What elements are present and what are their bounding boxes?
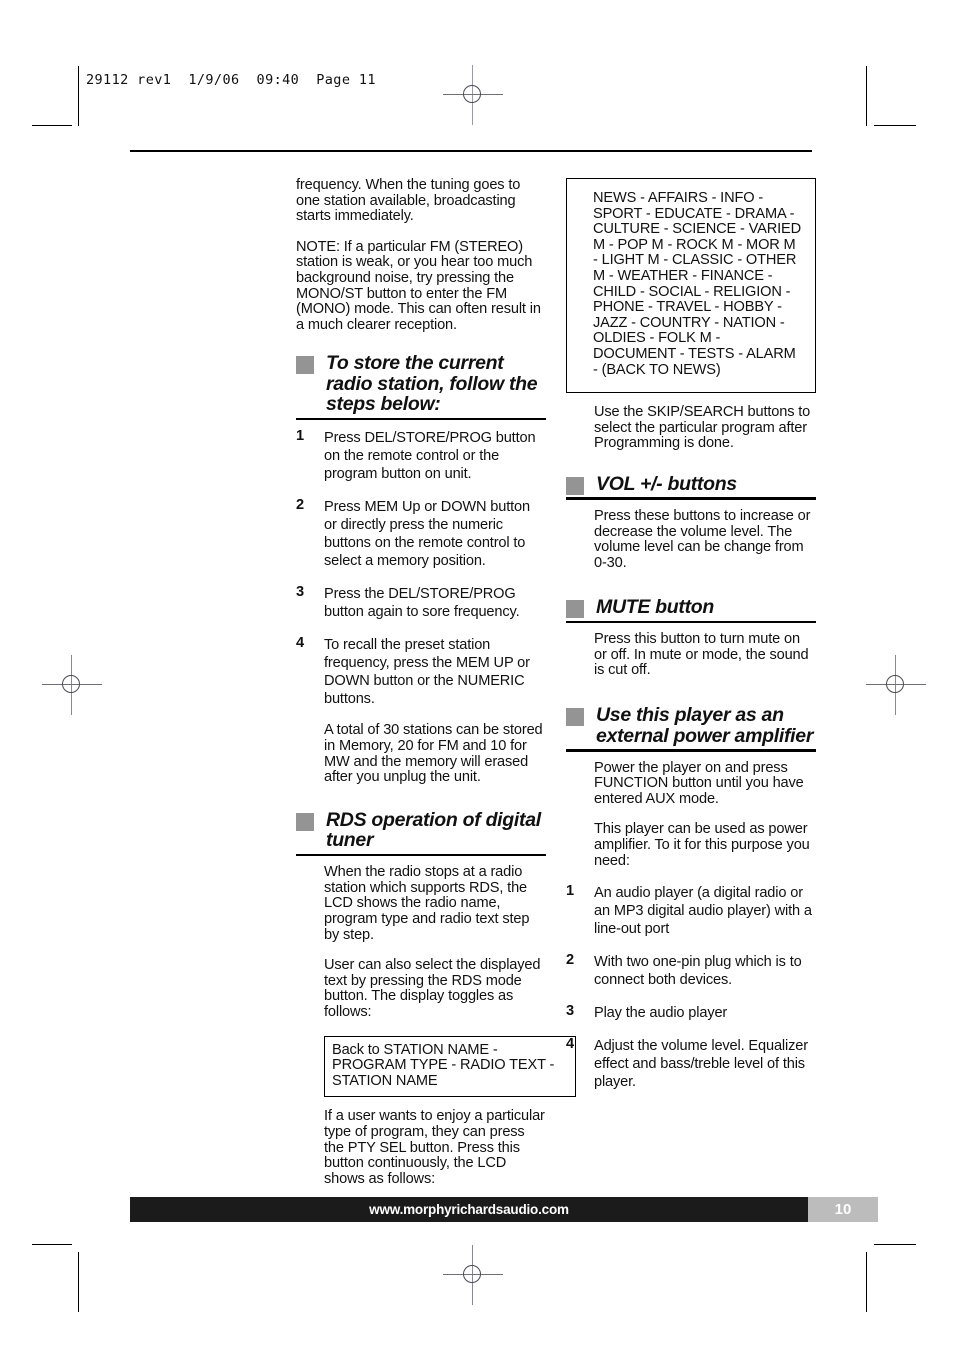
step-text: Press MEM Up or DOWN button or directly … <box>324 499 530 570</box>
step-item: 4 To recall the preset station frequency… <box>296 636 546 708</box>
section-store-radio-station: To store the current radio station, foll… <box>296 353 546 785</box>
paragraph-volume-level: Press these buttons to increase or decre… <box>594 507 811 571</box>
left-column: frequency. When the tuning goes to one s… <box>296 177 576 1188</box>
footer-page-number: 10 <box>808 1197 878 1222</box>
section-external-power-amplifier: Use this player as an external power amp… <box>566 705 816 1091</box>
registration-mark-circle <box>886 675 904 693</box>
page-content: frequency. When the tuning goes to one s… <box>130 150 816 1187</box>
page-footer: www.morphyrichardsaudio.com 10 <box>130 1197 878 1222</box>
heading-bullet-square-icon <box>566 600 584 619</box>
heading-bullet-square-icon <box>296 356 314 375</box>
step-text: Press DEL/STORE/PROG button on the remot… <box>324 430 536 483</box>
crop-mark-top-left-horizontal <box>32 125 72 126</box>
section-heading-rule <box>566 497 816 500</box>
paragraph-memory-capacity-note: A total of 30 stations can be stored in … <box>324 722 543 786</box>
step-item: 4 Adjust the volume level. Equalizer eff… <box>566 1037 816 1091</box>
heading-bullet-square-icon <box>566 476 584 495</box>
step-number: 4 <box>566 1036 575 1053</box>
registration-mark-circle <box>463 85 481 103</box>
section-heading-rule <box>296 417 546 421</box>
step-number: 1 <box>566 883 575 900</box>
step-text: With two one-pin plug which is to connec… <box>594 954 802 989</box>
heading-text: RDS operation of digital tuner <box>326 808 541 852</box>
step-text: Play the audio player <box>594 1005 728 1022</box>
paragraph-frequency-tuning: frequency. When the tuning goes to one s… <box>296 177 521 225</box>
registration-mark-right <box>866 655 926 715</box>
crop-mark-top-right-vertical <box>866 66 867 126</box>
section-heading-rds-operation: RDS operation of digital tuner <box>296 808 546 852</box>
callout-pty-program-types: NEWS - AFFAIRS - INFO - SPORT - EDUCATE … <box>566 178 816 394</box>
crop-mark-top-right-horizontal <box>874 125 916 126</box>
prepress-slug: 29112 rev1 1/9/06 09:40 Page 11 <box>86 72 376 88</box>
heading-text: VOL +/- buttons <box>596 472 737 495</box>
registration-mark-bottom <box>443 1245 503 1305</box>
step-text: Adjust the volume level. Equalizer effec… <box>594 1038 808 1091</box>
heading-text: Use this player as an external power amp… <box>596 704 814 747</box>
section-heading-mute-button: MUTE button <box>566 596 816 619</box>
section-heading-rule <box>296 853 546 857</box>
crop-mark-top-left-vertical <box>78 66 79 126</box>
amplifier-steps-list: 1 An audio player (a digital radio or an… <box>566 884 816 1091</box>
section-heading-external-power-amplifier: Use this player as an external power amp… <box>566 705 816 746</box>
step-text: An audio player (a digital radio or an M… <box>594 885 812 938</box>
section-heading-rule <box>566 749 816 752</box>
step-item: 1 Press DEL/STORE/PROG button on the rem… <box>296 429 546 483</box>
callout-rds-toggle-sequence: Back to STATION NAME - PROGRAM TYPE - RA… <box>324 1035 576 1098</box>
registration-mark-top <box>443 65 503 125</box>
step-number: 1 <box>296 428 305 445</box>
step-number: 2 <box>296 497 305 514</box>
registration-mark-left <box>42 655 102 715</box>
section-rds-operation: RDS operation of digital tuner When the … <box>296 808 576 1188</box>
paragraph-amp-purpose: This player can be used as power amplifi… <box>594 821 810 869</box>
section-heading-store-radio-station: To store the current radio station, foll… <box>296 353 546 415</box>
paragraph-rds-display: When the radio stops at a radio station … <box>324 864 530 943</box>
step-number: 3 <box>566 1003 575 1020</box>
heading-bullet-square-icon <box>566 708 584 727</box>
step-number: 2 <box>566 952 575 969</box>
step-text: Press the DEL/STORE/PROG button again to… <box>324 586 520 621</box>
paragraph-skip-search: Use the SKIP/SEARCH buttons to select th… <box>594 404 811 452</box>
step-item: 3 Play the audio player <box>566 1004 816 1022</box>
paragraph-mono-stereo-note: NOTE: If a particular FM (STEREO) statio… <box>296 238 541 333</box>
crop-mark-bottom-left-vertical <box>78 1252 79 1312</box>
section-vol-buttons: VOL +/- buttons Press these buttons to i… <box>566 474 816 571</box>
section-heading-rule <box>566 620 816 624</box>
crop-mark-bottom-right-vertical <box>866 1252 867 1312</box>
paragraph-aux-mode: Power the player on and press FUNCTION b… <box>594 759 804 807</box>
step-item: 2 Press MEM Up or DOWN button or directl… <box>296 498 546 570</box>
section-heading-vol-buttons: VOL +/- buttons <box>566 474 816 495</box>
step-item: 1 An audio player (a digital radio or an… <box>566 884 816 938</box>
paragraph-pty-sel-note: If a user wants to enjoy a particular ty… <box>324 1108 545 1187</box>
heading-bullet-square-icon <box>296 812 314 831</box>
heading-text: MUTE button <box>596 596 714 619</box>
crop-mark-bottom-left-horizontal <box>32 1244 72 1245</box>
step-number: 3 <box>296 584 305 601</box>
step-item: 3 Press the DEL/STORE/PROG button again … <box>296 585 546 621</box>
step-text: To recall the preset station frequency, … <box>324 637 530 708</box>
section-mute-button: MUTE button Press this button to turn mu… <box>566 597 816 679</box>
store-steps-list: 1 Press DEL/STORE/PROG button on the rem… <box>296 429 546 708</box>
registration-mark-circle <box>62 675 80 693</box>
paragraph-mute-description: Press this button to turn mute on or off… <box>594 631 809 679</box>
heading-text: To store the current radio station, foll… <box>326 352 538 416</box>
paragraph-rds-mode-toggle: User can also select the displayed text … <box>324 957 541 1020</box>
step-number: 4 <box>296 635 305 652</box>
footer-website-url[interactable]: www.morphyrichardsaudio.com <box>130 1197 808 1222</box>
right-column: NEWS - AFFAIRS - INFO - SPORT - EDUCATE … <box>566 178 816 1091</box>
crop-mark-bottom-right-horizontal <box>874 1244 916 1245</box>
page-top-rule <box>130 150 812 152</box>
step-item: 2 With two one-pin plug which is to conn… <box>566 953 816 989</box>
registration-mark-circle <box>463 1265 481 1283</box>
